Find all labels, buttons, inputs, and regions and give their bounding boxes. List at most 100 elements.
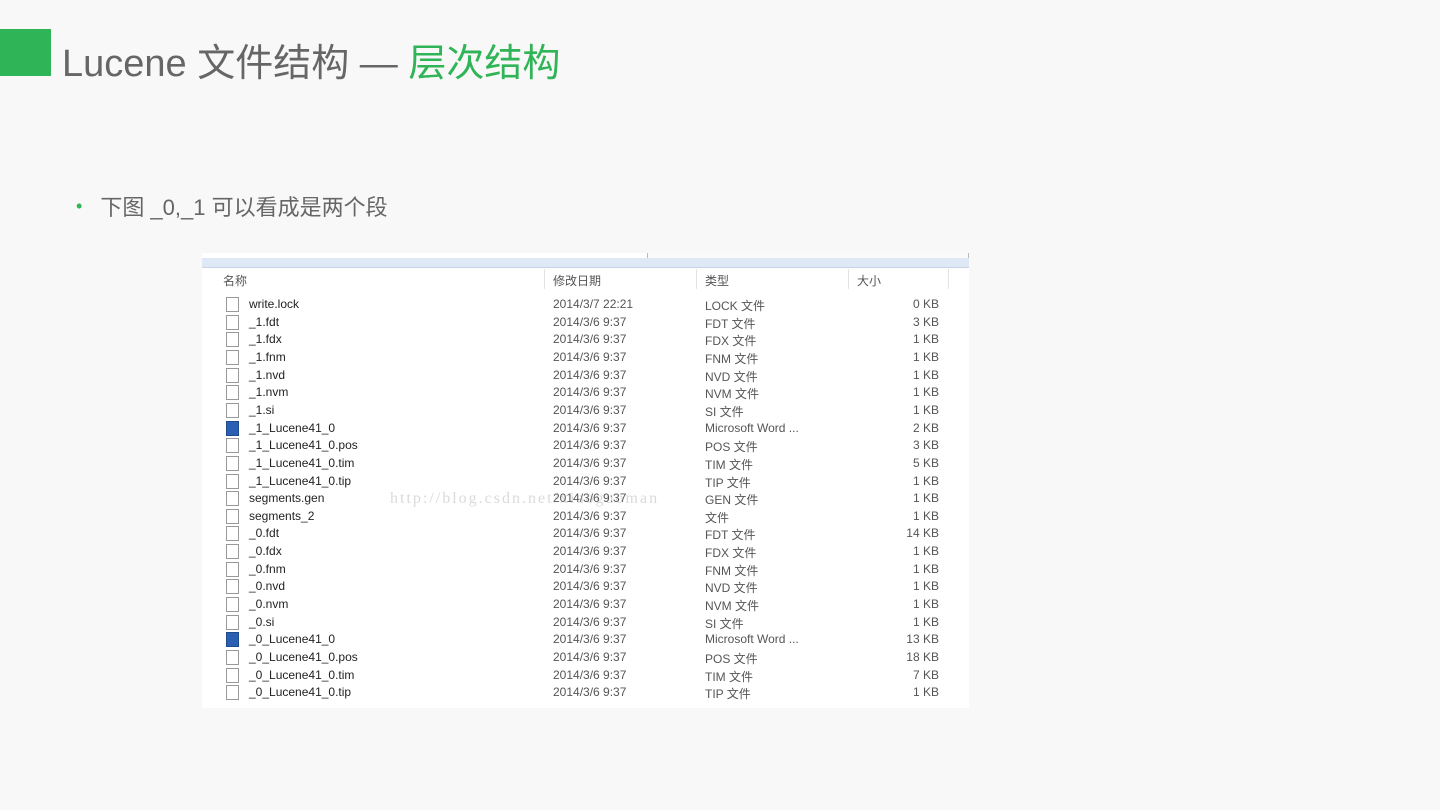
- file-name: _0_Lucene41_0.tip: [249, 685, 352, 700]
- file-size: 13 KB: [906, 632, 939, 647]
- file-icon: [226, 402, 239, 418]
- file-row[interactable]: _1_Lucene41_0.tip 2014/3/6 9:37 TIP 文件 1 KB: [202, 473, 969, 490]
- file-size: 1 KB: [912, 473, 939, 488]
- file-icon: [226, 367, 239, 383]
- file-size: 1 KB: [912, 614, 939, 629]
- file-row[interactable]: _1.fdt 2014/3/6 9:37 FDT 文件 3 KB: [202, 314, 969, 331]
- file-size: 0 KB: [912, 297, 939, 311]
- file-type: FDX 文件: [705, 546, 757, 561]
- file-name: _0.nvm: [249, 597, 289, 612]
- column-type[interactable]: 类型: [705, 272, 729, 289]
- title-main: Lucene 文件结构 —: [62, 43, 409, 85]
- column-header: 名称 修改日期 类型 大小: [202, 269, 969, 291]
- file-icon: [226, 332, 239, 348]
- file-row[interactable]: write.lock 2014/3/7 22:21 LOCK 文件 0 KB: [202, 296, 969, 313]
- bullet-text: 下图 _0,_1 可以看成是两个段: [100, 195, 388, 220]
- file-type: Microsoft Word ...: [705, 632, 799, 647]
- file-row[interactable]: _0_Lucene41_0.tip 2014/3/6 9:37 TIP 文件 1 KB: [202, 684, 969, 701]
- file-date: 2014/3/6 9:37: [553, 667, 627, 682]
- file-type: FNM 文件: [705, 563, 759, 578]
- file-date: 2014/3/6 9:37: [553, 402, 627, 417]
- file-icon: [226, 455, 239, 471]
- file-icon: [226, 685, 239, 701]
- column-name[interactable]: 名称: [223, 272, 247, 289]
- file-explorer-screenshot: 名称 修改日期 类型 大小 write.lock 2014/3/7 22:21 LO…: [202, 253, 969, 708]
- file-type: FNM 文件: [705, 351, 759, 366]
- file-row[interactable]: segments_2 2014/3/6 9:37 文件 1 KB: [202, 508, 969, 525]
- file-name: _1.si: [249, 402, 275, 417]
- file-row[interactable]: _1_Lucene41_0.tim 2014/3/6 9:37 TIM 文件 5 KB: [202, 455, 969, 472]
- file-row[interactable]: _1.nvm 2014/3/6 9:37 NVM 文件 1 KB: [202, 384, 969, 401]
- file-size: 3 KB: [912, 438, 939, 453]
- file-date: 2014/3/6 9:37: [553, 385, 627, 400]
- file-size: 1 KB: [912, 579, 939, 594]
- file-date: 2014/3/6 9:37: [553, 455, 627, 470]
- file-name: _0.fdt: [249, 526, 280, 541]
- file-row[interactable]: _0_Lucene41_0.pos 2014/3/6 9:37 POS 文件 18 K…: [202, 649, 969, 666]
- file-row[interactable]: _0.si 2014/3/6 9:37 SI 文件 1 KB: [202, 614, 969, 631]
- file-date: 2014/3/6 9:37: [553, 332, 627, 347]
- file-icon: [226, 385, 239, 401]
- column-size[interactable]: 大小: [857, 272, 881, 289]
- title-accent-bar: [0, 29, 51, 76]
- file-name: segments_2: [249, 508, 315, 523]
- file-date: 2014/3/6 9:37: [553, 473, 627, 488]
- file-name: _1_Lucene41_0.tip: [249, 473, 352, 488]
- file-date: 2014/3/6 9:37: [553, 508, 627, 523]
- file-size: 1 KB: [912, 685, 939, 700]
- file-name: _1.fdx: [249, 332, 282, 347]
- file-date: 2014/3/6 9:37: [553, 314, 627, 329]
- file-name: write.lock: [249, 297, 300, 311]
- file-row[interactable]: _0.fdt 2014/3/6 9:37 FDT 文件 14 KB: [202, 525, 969, 542]
- file-row[interactable]: _0.fdx 2014/3/6 9:37 FDX 文件 1 KB: [202, 543, 969, 560]
- word-document-icon: [226, 632, 239, 648]
- file-row[interactable]: _0.fnm 2014/3/6 9:37 FNM 文件 1 KB: [202, 561, 969, 578]
- file-date: 2014/3/7 22:21: [553, 297, 634, 311]
- file-row[interactable]: segments.gen 2014/3/6 9:37 GEN 文件 1 KB: [202, 490, 969, 507]
- file-date: 2014/3/6 9:37: [553, 685, 627, 700]
- slide-title: Lucene 文件结构 — 层次结构: [62, 32, 560, 87]
- file-name: _0.nvd: [249, 579, 286, 594]
- file-name: _1.fdt: [249, 314, 280, 329]
- file-name: _0_Lucene41_0: [249, 632, 336, 647]
- file-row[interactable]: _1.fnm 2014/3/6 9:37 FNM 文件 1 KB: [202, 349, 969, 366]
- file-date: 2014/3/6 9:37: [553, 650, 627, 664]
- file-icon: [226, 473, 239, 489]
- file-size: 5 KB: [912, 455, 939, 470]
- file-date: 2014/3/6 9:37: [553, 438, 627, 453]
- file-row[interactable]: _1.fdx 2014/3/6 9:37 FDX 文件 1 KB: [202, 331, 969, 348]
- file-row[interactable]: _0_Lucene41_0.tim 2014/3/6 9:37 TIM 文件 7 KB: [202, 667, 969, 684]
- header-band: [202, 258, 969, 268]
- file-row[interactable]: _0.nvm 2014/3/6 9:37 NVM 文件 1 KB: [202, 596, 969, 613]
- file-name: _0.fdx: [249, 544, 282, 559]
- file-row[interactable]: _1.nvd 2014/3/6 9:37 NVD 文件 1 KB: [202, 367, 969, 384]
- file-icon: [226, 491, 239, 507]
- file-date: 2014/3/6 9:37: [553, 544, 627, 559]
- file-icon: [226, 579, 239, 595]
- file-date: 2014/3/6 9:37: [553, 632, 627, 647]
- file-name: _1_Lucene41_0.pos: [249, 438, 358, 453]
- file-size: 3 KB: [912, 314, 939, 329]
- file-name: _0_Lucene41_0.tim: [249, 667, 355, 682]
- file-name: _0.si: [249, 614, 275, 629]
- column-date[interactable]: 修改日期: [553, 272, 601, 289]
- file-size: 1 KB: [912, 349, 939, 364]
- file-date: 2014/3/6 9:37: [553, 579, 627, 594]
- word-document-icon: [226, 420, 239, 436]
- file-row[interactable]: _1_Lucene41_0 2014/3/6 9:37 Microsoft Word…: [202, 420, 969, 437]
- file-size: 2 KB: [912, 420, 939, 435]
- file-date: 2014/3/6 9:37: [553, 491, 627, 506]
- file-row[interactable]: _0.nvd 2014/3/6 9:37 NVD 文件 1 KB: [202, 578, 969, 595]
- file-icon: [226, 508, 239, 524]
- file-type: TIM 文件: [705, 457, 753, 472]
- bullet-item: • 下图 _0,_1 可以看成是两个段: [76, 190, 388, 222]
- file-icon: [226, 614, 239, 630]
- file-name: _0_Lucene41_0.pos: [249, 650, 358, 664]
- file-icon: [226, 650, 239, 665]
- file-row[interactable]: _0_Lucene41_0 2014/3/6 9:37 Microsoft Word…: [202, 631, 969, 648]
- file-row[interactable]: _1.si 2014/3/6 9:37 SI 文件 1 KB: [202, 402, 969, 419]
- file-icon: [226, 438, 239, 454]
- file-row[interactable]: _1_Lucene41_0.pos 2014/3/6 9:37 POS 文件 3 KB: [202, 437, 969, 454]
- file-date: 2014/3/6 9:37: [553, 367, 627, 382]
- file-type: SI 文件: [705, 404, 744, 419]
